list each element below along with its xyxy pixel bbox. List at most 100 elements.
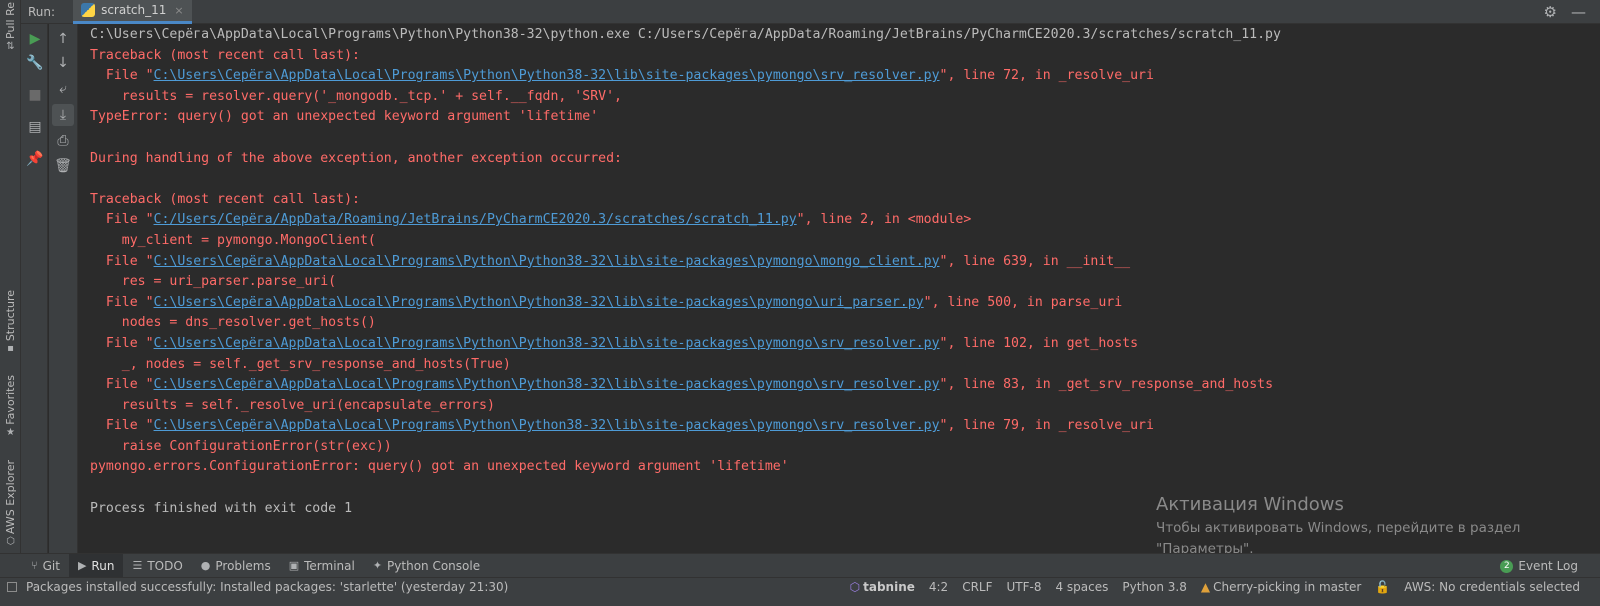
down-arrow-icon[interactable]: ↓	[52, 52, 74, 74]
edit-configuration-icon[interactable]: 🔧	[24, 52, 46, 74]
tool-window-bar: ⑂ Git ▶ Run ☰ TODO ● Problems ▣ Terminal…	[0, 553, 1600, 578]
indent-setting[interactable]: 4 spaces	[1055, 580, 1108, 594]
file-link[interactable]: C:\Users\Серёга\AppData\Local\Programs\P…	[154, 295, 924, 310]
tabnine-label: tabnine	[863, 580, 915, 594]
windows-activation-watermark: Активация Windows Чтобы активировать Win…	[1156, 494, 1520, 561]
console-line: results = self._resolve_uri(encapsulate_…	[90, 396, 1600, 417]
lock-icon[interactable]: 🔓	[1375, 580, 1390, 594]
tab-run-label: Run	[91, 558, 115, 573]
console-line: nodes = dns_resolver.get_hosts()	[90, 313, 1600, 334]
status-widgets: ⬡ tabnine 4:2 CRLF UTF-8 4 spaces Python …	[850, 578, 1580, 596]
up-arrow-icon[interactable]: ↑	[52, 28, 74, 50]
pull-requests-tab[interactable]: Pull Re ⇅	[0, 2, 21, 52]
run-config-tab[interactable]: scratch_11 ×	[73, 0, 192, 24]
pull-request-icon: ⇅	[6, 40, 15, 52]
structure-tab[interactable]: Structure ▪	[0, 290, 21, 354]
file-link[interactable]: C:/Users/Серёга/AppData/Roaming/JetBrain…	[154, 212, 797, 227]
python-file-icon	[81, 3, 96, 17]
python-console-icon: ✦	[372, 559, 383, 572]
console-line: raise ConfigurationError(str(exc))	[90, 437, 1600, 458]
console-text: results = resolver.query('_mongodb._tcp.…	[90, 88, 622, 104]
console-line: pymongo.errors.ConfigurationError: query…	[90, 457, 1600, 478]
console-line: File "C:\Users\Серёга\AppData\Local\Prog…	[90, 293, 1600, 314]
structure-icon: ▪	[7, 343, 14, 355]
tabnine-widget[interactable]: ⬡ tabnine	[850, 580, 915, 594]
console-text: During handling of the above exception, …	[90, 150, 622, 166]
aws-connection[interactable]: AWS: No credentials selected	[1404, 580, 1580, 594]
file-encoding[interactable]: UTF-8	[1007, 580, 1042, 594]
console-output[interactable]: C:\Users\Серёга\AppData\Local\Programs\P…	[79, 24, 1600, 553]
pull-requests-label: Pull Re	[4, 2, 17, 39]
tab-git-label: Git	[42, 558, 60, 573]
vcs-status[interactable]: ▲ Cherry-picking in master	[1201, 580, 1361, 594]
status-bar: Packages installed successfully: Install…	[0, 577, 1600, 606]
tab-event-log-label: Event Log	[1518, 559, 1578, 573]
console-line: res = uri_parser.parse_uri(	[90, 272, 1600, 293]
line-separator[interactable]: CRLF	[962, 580, 992, 594]
event-log-count-badge: 2	[1500, 559, 1514, 573]
console-text: ", line 72, in _resolve_uri	[939, 68, 1154, 84]
console-line: File "C:\Users\Серёга\AppData\Local\Prog…	[90, 416, 1600, 437]
console-text: _, nodes = self._get_srv_response_and_ho…	[90, 356, 511, 372]
trash-icon[interactable]: 🗑	[52, 155, 74, 177]
python-interpreter[interactable]: Python 3.8	[1122, 580, 1187, 594]
console-text: ", line 79, in _resolve_uri	[939, 418, 1154, 434]
console-text: TypeError: query() got an unexpected key…	[90, 109, 599, 125]
warning-icon: ▲	[1200, 580, 1211, 594]
file-link[interactable]: C:\Users\Серёга\AppData\Local\Programs\P…	[154, 254, 940, 269]
console-text: File "	[90, 377, 154, 393]
console-line: Traceback (most recent call last):	[90, 190, 1600, 211]
pin-tab-icon[interactable]: 📌	[24, 148, 46, 170]
tab-terminal-label: Terminal	[304, 558, 355, 573]
run-toolbar-primary: ▶ 🔧 ■ ▤ 📌	[21, 24, 48, 553]
tab-python-console[interactable]: ✦ Python Console	[364, 554, 489, 578]
stop-icon[interactable]: ■	[24, 84, 46, 106]
file-link[interactable]: C:\Users\Серёга\AppData\Local\Programs\P…	[154, 68, 940, 83]
console-text: ", line 639, in __init__	[939, 253, 1131, 269]
close-tab-icon[interactable]: ×	[174, 4, 183, 17]
console-text: File "	[90, 68, 154, 84]
console-line: C:\Users\Серёга\AppData\Local\Programs\P…	[90, 25, 1600, 46]
soft-wrap-icon[interactable]: ⤶	[52, 78, 74, 100]
console-text: File "	[90, 294, 154, 310]
hide-panel-icon[interactable]: —	[1571, 3, 1586, 21]
problems-icon: ●	[200, 559, 211, 572]
layout-icon[interactable]: ▤	[24, 116, 46, 138]
console-line: TypeError: query() got an unexpected key…	[90, 107, 1600, 128]
run-panel-title: Run:	[28, 4, 56, 19]
tab-python-console-label: Python Console	[387, 558, 481, 573]
toggle-tool-windows-icon[interactable]	[7, 582, 17, 592]
git-branch-icon: ⑂	[31, 559, 38, 572]
file-link[interactable]: C:\Users\Серёга\AppData\Local\Programs\P…	[154, 336, 940, 351]
console-line: File "C:\Users\Серёга\AppData\Local\Prog…	[90, 66, 1600, 87]
tab-git[interactable]: ⑂ Git	[22, 554, 69, 578]
console-text: ", line 102, in get_hosts	[939, 335, 1139, 351]
tab-todo[interactable]: ☰ TODO	[123, 554, 191, 578]
aws-explorer-tab[interactable]: AWS Explorer ⬡	[0, 460, 21, 547]
tab-terminal[interactable]: ▣ Terminal	[280, 554, 364, 578]
favorites-tab[interactable]: Favorites ★	[0, 375, 21, 438]
console-text: File "	[90, 253, 154, 269]
run-toolbar-secondary: ↑ ↓ ⤶ ⤓ ⎙ 🗑	[49, 24, 78, 553]
rerun-icon[interactable]: ▶	[24, 28, 46, 50]
console-line: Traceback (most recent call last):	[90, 46, 1600, 67]
print-icon[interactable]: ⎙	[52, 130, 74, 152]
scroll-to-end-icon[interactable]: ⤓	[52, 104, 74, 126]
console-text: ", line 2, in <module>	[796, 212, 972, 228]
file-link[interactable]: C:\Users\Серёга\AppData\Local\Programs\P…	[154, 418, 940, 433]
left-tool-strip: Pull Re ⇅ Structure ▪ Favorites ★ AWS Ex…	[0, 0, 21, 553]
status-message-area[interactable]: Packages installed successfully: Install…	[7, 578, 508, 596]
gear-icon[interactable]: ⚙	[1544, 3, 1557, 21]
watermark-title: Активация Windows	[1156, 494, 1344, 515]
terminal-icon: ▣	[288, 559, 300, 572]
tab-problems-label: Problems	[215, 558, 271, 573]
caret-position[interactable]: 4:2	[929, 580, 948, 594]
console-text: my_client = pymongo.MongoClient(	[90, 232, 376, 248]
tab-run[interactable]: ▶ Run	[68, 553, 124, 578]
tab-event-log[interactable]: 2 Event Log	[1500, 554, 1578, 578]
tab-problems[interactable]: ● Problems	[192, 554, 280, 578]
console-text: Traceback (most recent call last):	[90, 191, 360, 207]
file-link[interactable]: C:\Users\Серёга\AppData\Local\Programs\P…	[154, 377, 940, 392]
